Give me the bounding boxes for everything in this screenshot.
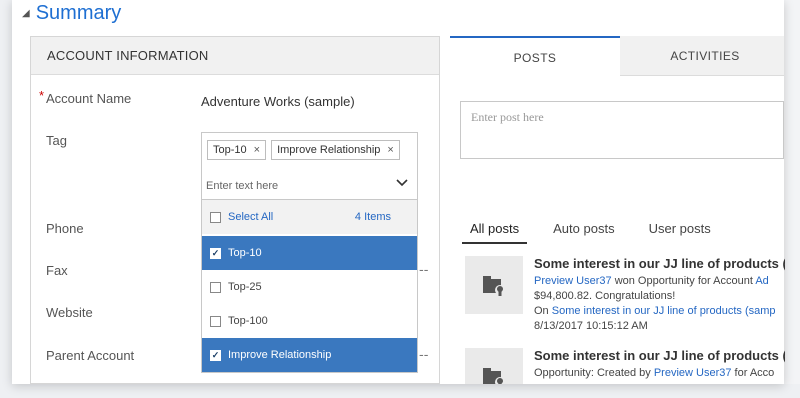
account-link[interactable]: Ad bbox=[755, 275, 768, 287]
record-post-icon bbox=[465, 256, 523, 314]
post-title[interactable]: Some interest in our JJ line of products… bbox=[534, 348, 785, 366]
tag-search-input[interactable] bbox=[206, 176, 396, 196]
post-textarea[interactable] bbox=[461, 102, 783, 158]
post-content: Some interest in our JJ line of products… bbox=[534, 348, 785, 381]
tag-option-top-100[interactable]: Top-100 bbox=[202, 304, 417, 338]
collapse-triangle-icon[interactable]: ◢ bbox=[22, 8, 30, 19]
required-asterisk: * bbox=[39, 88, 45, 103]
post-item: Some interest in our JJ line of products… bbox=[465, 256, 785, 340]
checkbox-icon[interactable]: ✓ bbox=[210, 247, 221, 259]
record-link[interactable]: Some interest in our JJ line of products… bbox=[552, 305, 776, 317]
items-count: 4 Items bbox=[354, 211, 391, 223]
tag-chip[interactable]: Top-10 × bbox=[207, 140, 267, 160]
tag-label: Tag bbox=[46, 133, 67, 148]
parent-account-value[interactable]: -- bbox=[419, 348, 428, 363]
account-information-header: ACCOUNT INFORMATION bbox=[31, 37, 439, 75]
post-line: $94,800.82. Congratulations! bbox=[534, 290, 676, 302]
fax-value[interactable]: -- bbox=[419, 263, 428, 278]
tag-options-list: Select All 4 Items ✓ Top-10 Top-25 Top-1… bbox=[201, 199, 418, 373]
summary-section-header[interactable]: ◢ Summary bbox=[22, 0, 121, 30]
tab-activities[interactable]: ACTIVITIES bbox=[620, 36, 790, 76]
checkbox-icon[interactable] bbox=[210, 315, 221, 327]
user-link[interactable]: Preview User37 bbox=[534, 275, 612, 287]
record-post-icon bbox=[465, 348, 523, 384]
feed-filter-tabs: All posts Auto posts User posts bbox=[462, 218, 719, 244]
tab-auto-posts[interactable]: Auto posts bbox=[545, 218, 622, 244]
remove-chip-icon[interactable]: × bbox=[387, 144, 393, 156]
account-name-label: * Account Name bbox=[39, 88, 132, 106]
post-content: Some interest in our JJ line of products… bbox=[534, 256, 785, 334]
bottom-backdrop bbox=[0, 384, 800, 398]
tag-chips: Top-10 × Improve Relationship × bbox=[207, 140, 400, 160]
fax-label: Fax bbox=[46, 263, 68, 278]
tag-option-improve-relationship[interactable]: ✓ Improve Relationship bbox=[202, 338, 417, 372]
user-link[interactable]: Preview User37 bbox=[654, 367, 732, 379]
account-name-value[interactable]: Adventure Works (sample) bbox=[201, 94, 355, 109]
post-line: Preview User37 won Opportunity for Accou… bbox=[534, 275, 769, 287]
checkbox-icon[interactable] bbox=[210, 281, 221, 293]
phone-label: Phone bbox=[46, 221, 84, 236]
remove-chip-icon[interactable]: × bbox=[254, 144, 260, 156]
checkbox-icon[interactable]: ✓ bbox=[210, 349, 221, 361]
tag-option-top-25[interactable]: Top-25 bbox=[202, 270, 417, 304]
website-label: Website bbox=[46, 305, 93, 320]
account-information-panel: ACCOUNT INFORMATION * Account Name Adven… bbox=[30, 36, 440, 384]
post-timestamp: 8/13/2017 10:15:12 AM bbox=[534, 320, 648, 332]
post-title[interactable]: Some interest in our JJ line of products… bbox=[534, 256, 785, 274]
select-all-option[interactable]: Select All 4 Items bbox=[202, 200, 417, 234]
chevron-down-icon[interactable] bbox=[396, 175, 408, 191]
checkbox-icon[interactable] bbox=[210, 211, 221, 223]
tab-all-posts[interactable]: All posts bbox=[462, 218, 528, 244]
summary-title: Summary bbox=[35, 1, 122, 24]
post-input-box[interactable] bbox=[460, 101, 784, 159]
tag-chip[interactable]: Improve Relationship × bbox=[271, 140, 400, 160]
tag-option-top-10[interactable]: ✓ Top-10 bbox=[202, 236, 417, 270]
tab-posts[interactable]: POSTS bbox=[450, 36, 620, 77]
parent-account-label: Parent Account bbox=[46, 348, 135, 363]
post-line: Opportunity: Created by Preview User37 f… bbox=[534, 367, 775, 379]
tab-user-posts[interactable]: User posts bbox=[641, 218, 719, 244]
post-line: On Some interest in our JJ line of produ… bbox=[534, 305, 776, 317]
post-item: Some interest in our JJ line of products… bbox=[465, 348, 785, 384]
social-pane-tabs: POSTS ACTIVITIES bbox=[450, 36, 784, 77]
